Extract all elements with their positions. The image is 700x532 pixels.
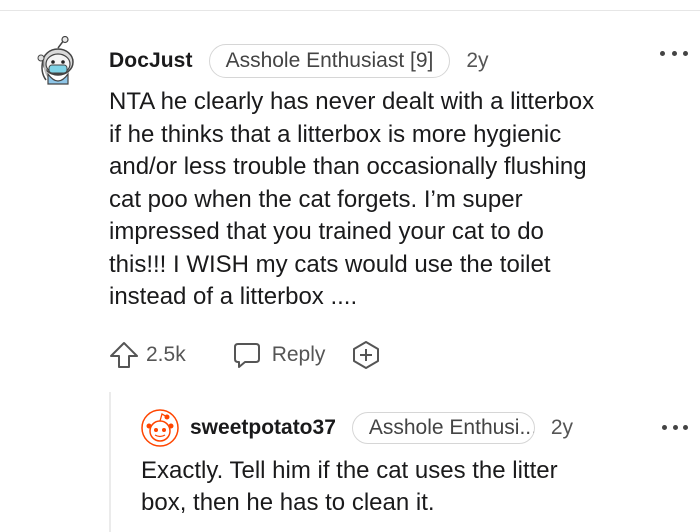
snoo-avatar-icon <box>141 409 179 447</box>
reply-button[interactable]: Reply <box>232 340 326 370</box>
award-button[interactable] <box>351 340 381 370</box>
upvote-button[interactable]: 2.5k <box>108 339 186 371</box>
reply-label: Reply <box>271 343 326 366</box>
user-flair: Asshole Enthusiast [9] <box>208 44 451 78</box>
reply-avatar[interactable] <box>141 409 179 447</box>
comment-body: NTA he clearly has never dealt with a li… <box>109 88 595 310</box>
thread-line[interactable] <box>109 392 111 532</box>
top-divider <box>0 0 700 11</box>
reply-username[interactable]: sweetpotato37 <box>190 416 336 440</box>
reply-body: Exactly. Tell him if the cat uses the li… <box>141 457 558 516</box>
username[interactable]: DocJust <box>109 49 193 73</box>
more-horizontal-icon <box>662 424 667 430</box>
more-options-button[interactable] <box>660 46 688 60</box>
upvote-arrow-icon <box>110 342 138 368</box>
reply-header: sweetpotato37 Asshole Enthusi... 2y <box>190 411 573 445</box>
comment-actions: 2.5k Reply <box>108 337 381 373</box>
more-horizontal-icon <box>660 50 665 56</box>
reply-more-options-button[interactable] <box>662 421 688 433</box>
user-avatar[interactable] <box>34 35 82 88</box>
reply-age: 2y <box>550 416 574 439</box>
award-plus-icon <box>353 341 380 369</box>
avatar-snoo-icon <box>37 35 74 85</box>
speech-bubble-icon <box>233 343 260 368</box>
reply-user-flair: Asshole Enthusi... <box>351 412 535 444</box>
comment-header: DocJust Asshole Enthusiast [9] 2y <box>109 44 489 78</box>
vote-score: 2.5k <box>146 343 186 366</box>
comment-age: 2y <box>466 49 489 72</box>
